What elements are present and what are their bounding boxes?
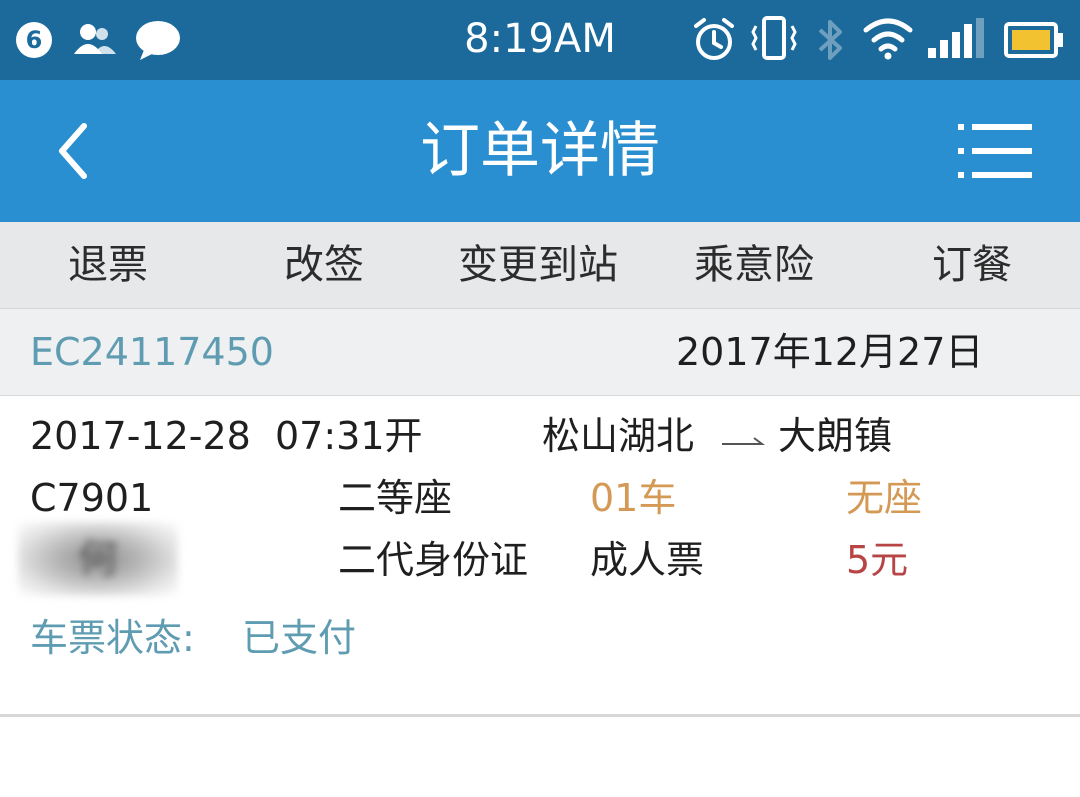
change-ticket-button[interactable]: 改签 xyxy=(284,222,364,308)
order-number: EC24117450 xyxy=(30,330,274,374)
vibrate-icon xyxy=(751,16,797,60)
departure-time: 2017-12-28 07:31开 xyxy=(30,414,423,458)
seat-class: 二等座 xyxy=(338,476,453,520)
back-button[interactable] xyxy=(40,116,110,186)
order-header: EC24117450 2017年12月27日 xyxy=(0,309,1080,396)
menu-icon xyxy=(958,124,1032,178)
to-station: 大朗镇 xyxy=(778,414,893,458)
from-station: 松山湖北 xyxy=(542,414,695,458)
refund-button[interactable]: 退票 xyxy=(68,222,148,308)
page-title: 订单详情 xyxy=(420,116,660,186)
car-number: 01车 xyxy=(590,476,677,520)
notification-count-badge: 6 xyxy=(16,22,52,58)
order-date: 2017年12月27日 xyxy=(676,330,984,374)
alarm-icon xyxy=(694,18,734,60)
ticket-status-label: 车票状态: xyxy=(30,616,195,660)
wifi-icon xyxy=(863,18,913,60)
title-bar: 订单详情 xyxy=(0,80,1080,222)
action-bar: 退票 改签 变更到站 乘意险 订餐 xyxy=(0,222,1080,309)
menu-button[interactable] xyxy=(950,116,1040,186)
seat-number: 无座 xyxy=(846,476,923,520)
chat-bubble-icon xyxy=(136,21,180,60)
train-number: C7901 xyxy=(30,476,154,520)
ticket-status-value: 已支付 xyxy=(242,616,357,660)
change-destination-button[interactable]: 变更到站 xyxy=(458,222,618,308)
ticket-price: 5元 xyxy=(846,538,909,582)
order-meal-button[interactable]: 订餐 xyxy=(932,222,1012,308)
status-clock: 8:19AM xyxy=(464,16,616,62)
travel-insurance-button[interactable]: 乘意险 xyxy=(694,222,814,308)
ticket-type: 成人票 xyxy=(590,538,705,582)
contacts-icon xyxy=(74,24,116,54)
battery-icon xyxy=(1004,22,1063,58)
route-arrow-icon xyxy=(722,437,765,445)
status-bar: 6 8:19AM xyxy=(0,0,1080,80)
bluetooth-icon xyxy=(818,20,842,60)
ticket-card[interactable]: 2017-12-28 07:31开 松山湖北 大朗镇 C7901 二等座 01车… xyxy=(0,396,1080,717)
chevron-left-icon xyxy=(59,123,87,179)
passenger-name-blurred: 何 xyxy=(18,522,178,596)
id-type: 二代身份证 xyxy=(338,538,529,582)
signal-icon xyxy=(928,18,984,58)
